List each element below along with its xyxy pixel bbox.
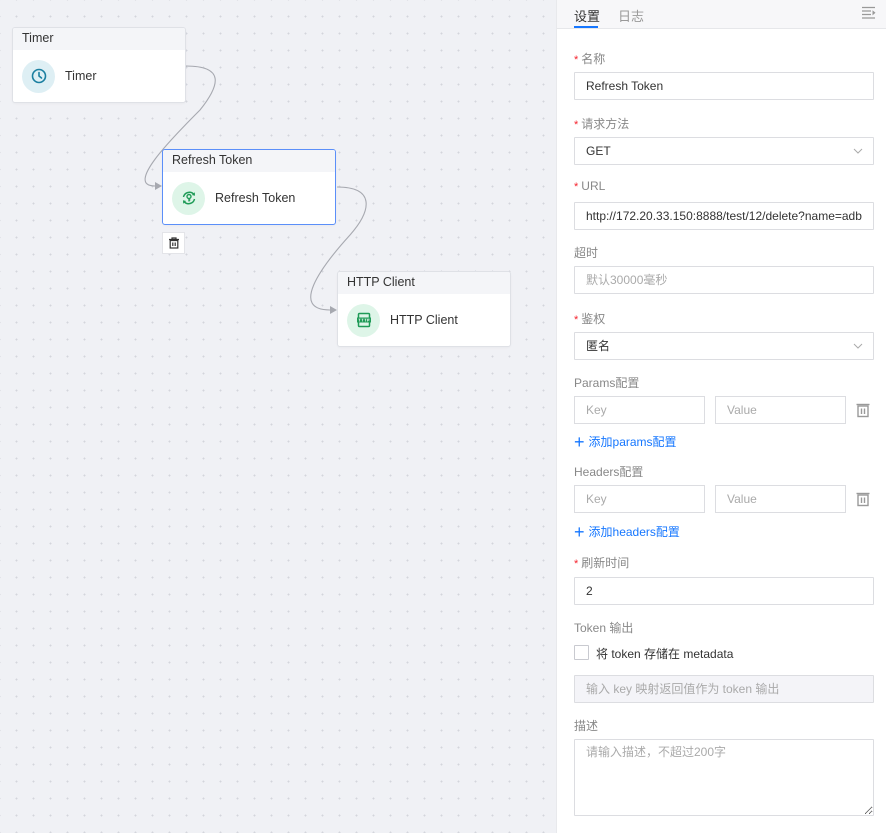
chevron-down-icon: [853, 148, 863, 154]
active-tab-indicator: [574, 26, 598, 28]
description-textarea[interactable]: [574, 739, 874, 816]
description-label: 描述: [574, 719, 599, 733]
trash-icon: [168, 237, 179, 249]
node-header: Refresh Token: [163, 150, 335, 172]
node-header: Timer: [13, 28, 185, 50]
name-label: * 名称: [574, 52, 606, 66]
http-icon: [347, 303, 380, 337]
panel-tabs: 设置 日志: [557, 0, 886, 29]
headers-label: Headers配置: [574, 465, 644, 479]
token-output-label: Token 输出: [574, 621, 634, 635]
timeout-label: 超时: [574, 246, 599, 260]
url-input[interactable]: [574, 202, 874, 230]
node-label: HTTP Client: [390, 313, 458, 327]
node-label: Timer: [65, 69, 97, 83]
edge-arrow-refresh-token: [155, 182, 162, 190]
method-value: GET: [586, 144, 611, 158]
params-key-input[interactable]: [574, 396, 705, 424]
headers-value-input[interactable]: [715, 485, 846, 513]
tab-logs[interactable]: 日志: [618, 6, 644, 25]
add-params-link[interactable]: + 添加params配置: [574, 431, 677, 452]
delete-param-trash-icon[interactable]: [855, 402, 871, 418]
node-refresh-token[interactable]: Refresh Token Refresh Token: [162, 149, 336, 225]
plus-icon: +: [574, 521, 585, 542]
key-refresh-icon: [172, 181, 205, 215]
chevron-down-icon: [853, 343, 863, 349]
refresh-time-label: * 刷新时间: [574, 556, 630, 570]
headers-key-input[interactable]: [574, 485, 705, 513]
auth-select[interactable]: 匿名: [574, 332, 874, 360]
plus-icon: +: [574, 431, 585, 452]
flow-canvas[interactable]: Timer Timer Refresh Token Refresh Token …: [0, 0, 556, 833]
node-timer[interactable]: Timer Timer: [12, 27, 186, 103]
name-input[interactable]: [574, 72, 874, 100]
store-token-checkbox[interactable]: [574, 645, 589, 660]
node-http-client[interactable]: HTTP Client HTTP Client: [337, 271, 511, 347]
timeout-input[interactable]: [574, 266, 874, 294]
delete-header-trash-icon[interactable]: [855, 491, 871, 507]
add-headers-link[interactable]: + 添加headers配置: [574, 521, 680, 542]
params-value-input[interactable]: [715, 396, 846, 424]
collapse-panel-icon[interactable]: [861, 6, 877, 20]
node-header: HTTP Client: [338, 272, 510, 294]
clock-icon: [22, 59, 55, 93]
edges-layer: [144, 65, 367, 314]
properties-panel: 设置 日志 *名称 *请求方法 GET *URL 超时 *鉴权 匿名 Param…: [556, 0, 886, 833]
auth-label: * 鉴权: [574, 312, 606, 326]
url-label: * URL: [574, 179, 606, 193]
params-label: Params配置: [574, 376, 640, 390]
refresh-time-input[interactable]: [574, 577, 874, 605]
delete-node-button[interactable]: [162, 232, 185, 254]
auth-value: 匿名: [586, 339, 611, 353]
token-key-input[interactable]: [574, 675, 874, 703]
tab-settings[interactable]: 设置: [574, 6, 600, 25]
node-label: Refresh Token: [215, 191, 296, 205]
method-select[interactable]: GET: [574, 137, 874, 165]
edge-arrow-http-client: [330, 306, 337, 314]
method-label: * 请求方法: [574, 117, 630, 131]
store-token-checkbox-label: 将 token 存储在 metadata: [596, 647, 734, 661]
